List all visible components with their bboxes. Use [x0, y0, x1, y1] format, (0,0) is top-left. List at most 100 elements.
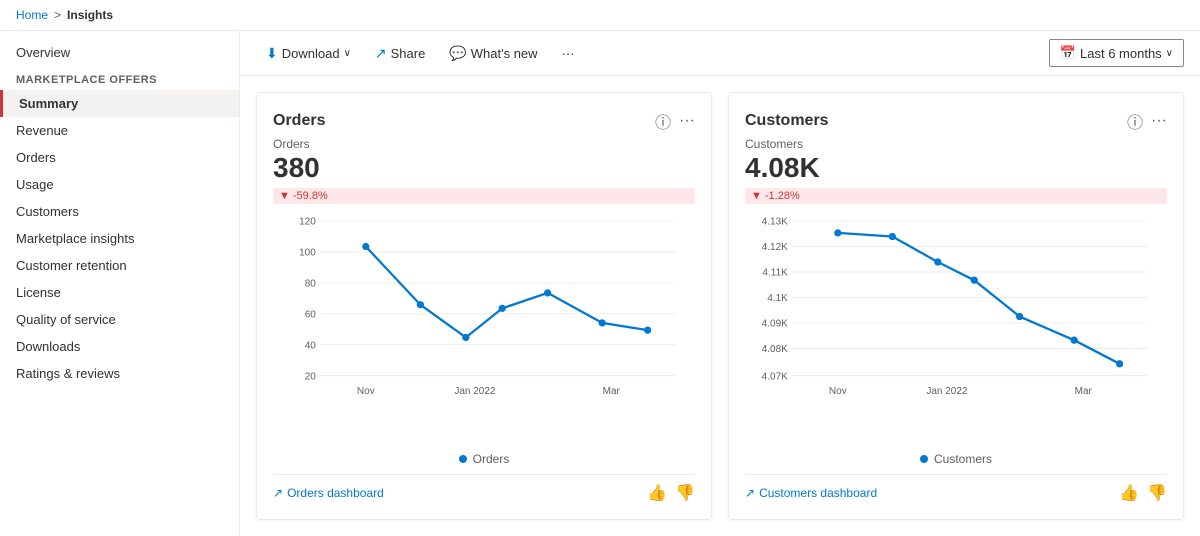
- orders-badge: ▼ -59.8%: [273, 188, 695, 204]
- orders-metric-value: 380: [273, 153, 695, 184]
- customers-metric-label: Customers: [745, 137, 1167, 151]
- svg-text:4.1K: 4.1K: [767, 293, 788, 304]
- whats-new-icon: 💬: [449, 45, 466, 62]
- sidebar-item-customer-retention[interactable]: Customer retention: [0, 252, 239, 279]
- sidebar-item-usage[interactable]: Usage: [0, 171, 239, 198]
- download-icon: ⬇: [266, 45, 278, 62]
- orders-more-icon[interactable]: ···: [679, 112, 695, 130]
- svg-text:40: 40: [305, 340, 317, 351]
- sidebar-item-license[interactable]: License: [0, 279, 239, 306]
- svg-text:4.13K: 4.13K: [762, 217, 788, 228]
- svg-text:Nov: Nov: [357, 386, 375, 397]
- customers-card-title: Customers: [745, 112, 829, 130]
- sidebar-item-marketplace-insights[interactable]: Marketplace insights: [0, 225, 239, 252]
- date-filter-button[interactable]: 📅 Last 6 months ∨: [1049, 39, 1184, 67]
- svg-text:4.09K: 4.09K: [762, 318, 788, 329]
- orders-badge-value: -59.8%: [293, 190, 328, 202]
- whats-new-button[interactable]: 💬 What's new: [439, 40, 547, 67]
- date-filter-chevron-icon: ∨: [1166, 48, 1173, 59]
- customers-card: Customers ⓘ ··· Customers 4.08K ▼ -1.28%: [728, 92, 1184, 520]
- svg-text:Mar: Mar: [1075, 386, 1093, 397]
- orders-feedback: 👍 👎: [647, 483, 695, 503]
- customers-card-actions: ⓘ ···: [1127, 109, 1167, 133]
- share-label: Share: [391, 46, 426, 61]
- sidebar-group-label: Marketplace offers: [0, 66, 239, 90]
- orders-card-title: Orders: [273, 112, 325, 130]
- breadcrumb: Home > Insights: [0, 0, 1200, 31]
- customers-dashboard-link-label: Customers dashboard: [759, 486, 877, 500]
- orders-dashboard-link[interactable]: ↗ Orders dashboard: [273, 486, 384, 500]
- orders-chart: 120 100 80 60 40 20 Nov Jan 2022 Mar: [273, 212, 695, 448]
- svg-text:120: 120: [299, 217, 316, 228]
- customers-feedback: 👍 👎: [1119, 483, 1167, 503]
- svg-text:4.11K: 4.11K: [762, 267, 788, 278]
- svg-text:60: 60: [305, 309, 317, 320]
- customers-info-icon[interactable]: ⓘ: [1127, 109, 1143, 133]
- customers-thumbdown-button[interactable]: 👎: [1147, 483, 1167, 503]
- orders-info-icon[interactable]: ⓘ: [655, 109, 671, 133]
- customers-dashboard-link[interactable]: ↗ Customers dashboard: [745, 486, 877, 500]
- orders-dashboard-link-label: Orders dashboard: [287, 486, 384, 500]
- customers-legend-label: Customers: [934, 452, 992, 466]
- content-area: ⬇ Download ∨ ↗ Share 💬 What's new ···: [240, 31, 1200, 536]
- orders-legend-label: Orders: [473, 452, 510, 466]
- download-label: Download: [282, 46, 340, 61]
- more-options-button[interactable]: ···: [552, 41, 585, 66]
- orders-legend: Orders: [273, 452, 695, 466]
- download-chevron-icon: ∨: [344, 48, 351, 59]
- sidebar-item-customers[interactable]: Customers: [0, 198, 239, 225]
- breadcrumb-separator: >: [54, 8, 61, 22]
- svg-text:20: 20: [305, 371, 317, 382]
- toolbar: ⬇ Download ∨ ↗ Share 💬 What's new ···: [240, 31, 1200, 76]
- svg-text:4.07K: 4.07K: [762, 371, 788, 382]
- customers-more-icon[interactable]: ···: [1151, 112, 1167, 130]
- sidebar-item-quality-of-service[interactable]: Quality of service: [0, 306, 239, 333]
- share-button[interactable]: ↗ Share: [365, 40, 435, 67]
- more-options-icon: ···: [562, 46, 575, 61]
- customers-card-footer: ↗ Customers dashboard 👍 👎: [745, 474, 1167, 503]
- orders-card: Orders ⓘ ··· Orders 380 ▼ -59.8%: [256, 92, 712, 520]
- date-filter-label: Last 6 months: [1080, 46, 1162, 61]
- orders-thumbup-button[interactable]: 👍: [647, 483, 667, 503]
- orders-card-footer: ↗ Orders dashboard 👍 👎: [273, 474, 695, 503]
- customers-thumbup-button[interactable]: 👍: [1119, 483, 1139, 503]
- orders-card-header: Orders ⓘ ···: [273, 109, 695, 133]
- customers-card-header: Customers ⓘ ···: [745, 109, 1167, 133]
- sidebar-item-revenue[interactable]: Revenue: [0, 117, 239, 144]
- sidebar-item-overview[interactable]: Overview: [0, 39, 239, 66]
- calendar-icon: 📅: [1060, 45, 1076, 61]
- breadcrumb-home[interactable]: Home: [16, 8, 48, 22]
- svg-text:Mar: Mar: [603, 386, 621, 397]
- svg-text:4.08K: 4.08K: [762, 344, 788, 355]
- cards-area: Orders ⓘ ··· Orders 380 ▼ -59.8%: [240, 76, 1200, 536]
- customers-legend: Customers: [745, 452, 1167, 466]
- svg-text:Nov: Nov: [829, 386, 847, 397]
- orders-card-actions: ⓘ ···: [655, 109, 695, 133]
- svg-text:80: 80: [305, 278, 317, 289]
- sidebar-item-downloads[interactable]: Downloads: [0, 333, 239, 360]
- orders-trend-down-icon: ▼: [279, 190, 290, 202]
- orders-legend-dot: [459, 455, 467, 463]
- sidebar-item-orders[interactable]: Orders: [0, 144, 239, 171]
- svg-text:100: 100: [299, 247, 316, 258]
- breadcrumb-current: Insights: [67, 8, 113, 22]
- customers-badge-value: -1.28%: [765, 190, 800, 202]
- customers-legend-dot: [920, 455, 928, 463]
- whats-new-label: What's new: [471, 46, 538, 61]
- svg-text:4.12K: 4.12K: [762, 242, 788, 253]
- customers-metric-value: 4.08K: [745, 153, 1167, 184]
- orders-dashboard-link-icon: ↗: [273, 486, 283, 500]
- download-button[interactable]: ⬇ Download ∨: [256, 40, 361, 67]
- customers-trend-down-icon: ▼: [751, 190, 762, 202]
- sidebar-item-summary[interactable]: Summary: [0, 90, 239, 117]
- share-icon: ↗: [375, 45, 387, 62]
- sidebar-item-ratings-reviews[interactable]: Ratings & reviews: [0, 360, 239, 387]
- customers-chart: 4.13K 4.12K 4.11K 4.1K 4.09K 4.08K 4.07K…: [745, 212, 1167, 448]
- orders-thumbdown-button[interactable]: 👎: [675, 483, 695, 503]
- customers-dashboard-link-icon: ↗: [745, 486, 755, 500]
- sidebar: Overview Marketplace offers Summary Reve…: [0, 31, 240, 536]
- customers-badge: ▼ -1.28%: [745, 188, 1167, 204]
- svg-text:Jan 2022: Jan 2022: [454, 386, 496, 397]
- orders-metric-label: Orders: [273, 137, 695, 151]
- svg-text:Jan 2022: Jan 2022: [926, 386, 968, 397]
